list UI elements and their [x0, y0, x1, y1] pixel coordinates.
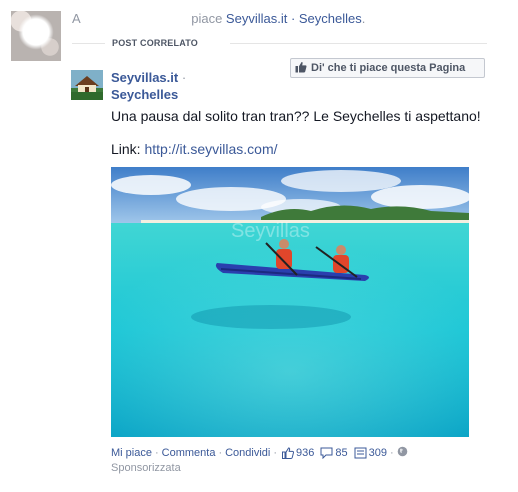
- story-verb: piace: [191, 11, 223, 26]
- post-link[interactable]: http://it.seyvillas.com/: [144, 141, 277, 157]
- like-page-button[interactable]: Di' che ti piace questa Pagina: [290, 58, 485, 78]
- comments-count[interactable]: 85: [320, 447, 348, 459]
- page-avatar[interactable]: [71, 70, 103, 100]
- post-photo[interactable]: Seyvillas: [111, 167, 469, 437]
- comment-bubble-icon: [320, 447, 333, 459]
- page-name-line1[interactable]: Seyvillas.it: [111, 70, 178, 85]
- story-suffix: .: [361, 11, 366, 26]
- story-header: A piace Seyvillas.it · Seychelles.: [72, 11, 365, 26]
- page-name[interactable]: Seyvillas.it · Seychelles: [111, 69, 286, 103]
- post-text: Una pausa dal solito tran tran?? Le Seyc…: [111, 108, 481, 124]
- likes-count[interactable]: 936: [282, 447, 314, 459]
- share-link[interactable]: Condividi: [225, 447, 270, 459]
- divider: [230, 43, 487, 44]
- page-name-line2[interactable]: Seychelles: [111, 87, 178, 102]
- related-post-label: POST CORRELATO: [112, 38, 198, 48]
- globe-icon: [397, 446, 408, 460]
- like-page-button-label: Di' che ti piace questa Pagina: [311, 62, 466, 74]
- thumbs-up-icon: [282, 447, 295, 459]
- like-link[interactable]: Mi piace: [111, 447, 152, 459]
- post-link-line: Link: http://it.seyvillas.com/: [111, 141, 278, 157]
- post-footer: Mi piace · Commenta · Condividi · 936 85…: [111, 446, 408, 460]
- comment-link[interactable]: Commenta: [162, 447, 216, 459]
- thumbs-up-icon: [295, 61, 307, 76]
- story-page-link[interactable]: Seyvillas.it · Seychelles: [226, 11, 362, 26]
- divider: [72, 43, 105, 44]
- sponsored-label: Sponsorizzata: [111, 462, 181, 474]
- actor-name[interactable]: A: [72, 11, 80, 26]
- photo-watermark: Seyvillas: [231, 220, 310, 242]
- share-icon: [354, 447, 367, 459]
- page-name-separator: ·: [181, 70, 187, 85]
- user-avatar[interactable]: [11, 11, 61, 61]
- shares-count[interactable]: 309: [354, 447, 387, 459]
- link-label: Link:: [111, 141, 141, 157]
